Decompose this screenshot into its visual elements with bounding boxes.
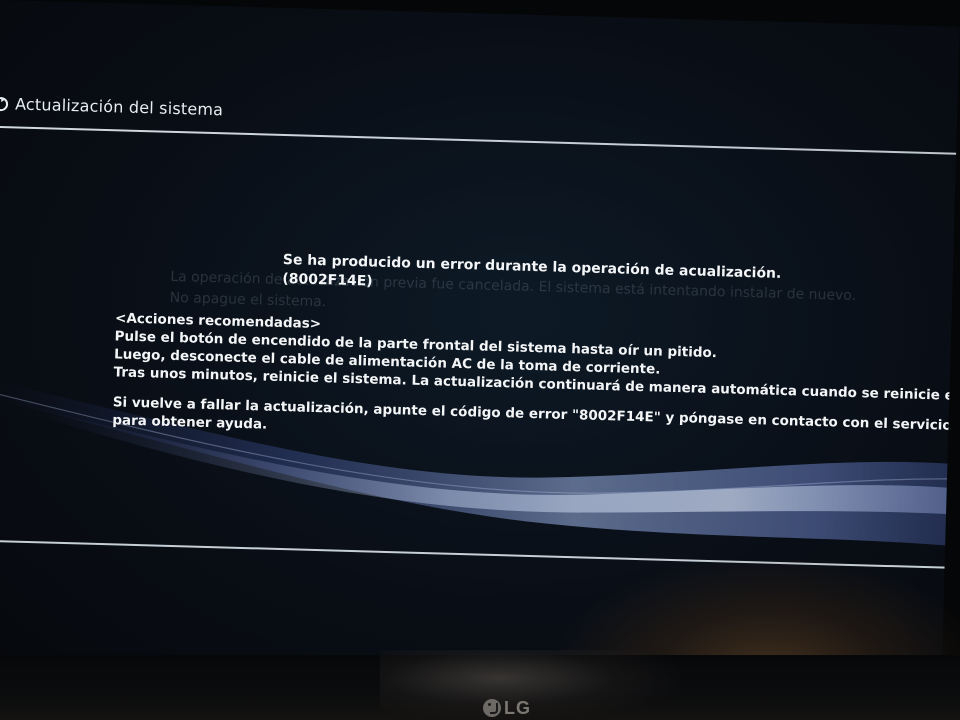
page-title: Actualización del sistema — [14, 94, 224, 120]
photo-of-tv-screen: Actualización del sistema La operación d… — [0, 0, 960, 720]
update-icon — [0, 97, 9, 112]
lg-face-icon — [483, 699, 501, 717]
tv-brand-logo: LG — [483, 697, 531, 719]
brand-text: LG — [504, 697, 531, 718]
